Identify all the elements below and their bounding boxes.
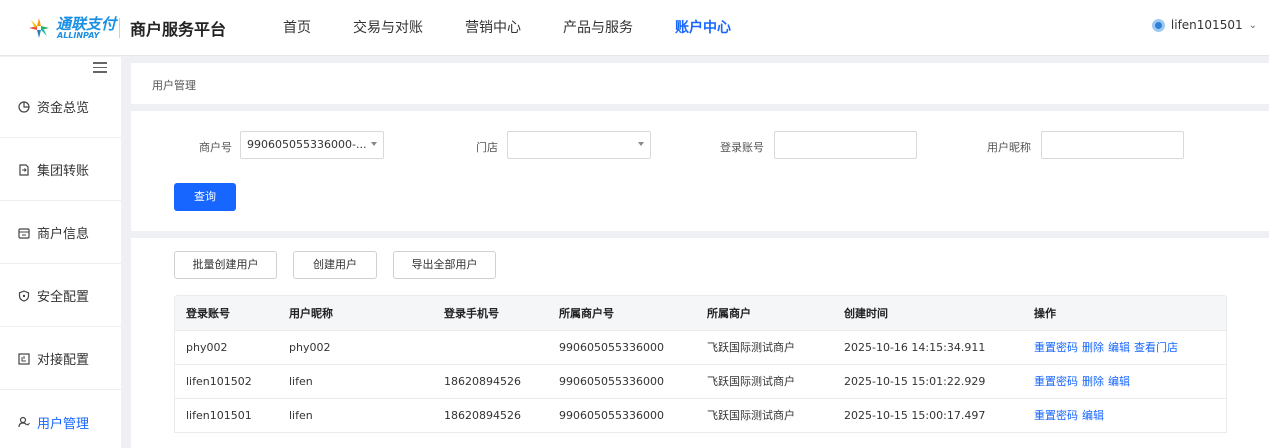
top-header: 通联支付 ALLINPAY 商户服务平台 首页 交易与对账 营销中心 产品与服务…	[0, 0, 1269, 56]
table-row: lifen101501 lifen 18620894526 9906050553…	[175, 399, 1226, 433]
cell-merchant: 飞跃国际测试商户	[707, 409, 795, 422]
delete-link[interactable]: 删除	[1082, 375, 1104, 388]
cell-nickname: phy002	[289, 341, 331, 354]
cell-nickname: lifen	[289, 409, 313, 422]
merchant-no-label: 商户号	[199, 141, 232, 154]
breadcrumb-card: 用户管理	[131, 63, 1269, 104]
col-nickname: 用户昵称	[289, 307, 333, 320]
sidebar-item-label: 安全配置	[37, 290, 90, 305]
cell-merchant-no: 990605055336000	[559, 341, 664, 354]
sidebar-item-security[interactable]: 安全配置	[0, 265, 121, 327]
cell-login-account: phy002	[186, 341, 228, 354]
delete-link[interactable]: 删除	[1082, 341, 1104, 354]
col-phone: 登录手机号	[444, 307, 499, 320]
nav-transactions[interactable]: 交易与对账	[332, 0, 444, 56]
avatar	[1151, 18, 1165, 32]
cell-created-time: 2025-10-15 15:01:22.929	[844, 375, 986, 388]
nav-marketing[interactable]: 营销中心	[444, 0, 542, 56]
table-header-row: 登录账号 用户昵称 登录手机号 所属商户号 所属商户 创建时间 操作	[175, 296, 1226, 331]
cell-merchant: 飞跃国际测试商户	[707, 341, 795, 354]
caret-down-icon	[638, 142, 644, 146]
cell-login-account: lifen101502	[186, 375, 252, 388]
nickname-label: 用户昵称	[987, 141, 1031, 154]
sidebar-item-label: 对接配置	[37, 353, 90, 368]
cell-login-account: lifen101501	[186, 409, 252, 422]
main-nav: 首页 交易与对账 营销中心 产品与服务 账户中心	[262, 0, 752, 56]
chevron-down-icon: ⌄	[1248, 19, 1257, 31]
cell-phone: 18620894526	[444, 409, 521, 422]
login-account-label: 登录账号	[720, 141, 764, 154]
edit-link[interactable]: 编辑	[1108, 341, 1130, 354]
pie-chart-icon	[18, 100, 30, 113]
cell-merchant-no: 990605055336000	[559, 409, 664, 422]
reset-password-link[interactable]: 重置密码	[1034, 375, 1078, 388]
store-label: 门店	[476, 141, 498, 154]
sidebar-item-label: 用户管理	[37, 416, 90, 432]
sidebar-item-group-transfer[interactable]: 集团转账	[0, 139, 121, 201]
nav-home[interactable]: 首页	[262, 0, 332, 56]
store-select[interactable]	[507, 131, 651, 159]
sidebar-item-label: 资金总览	[37, 101, 90, 116]
table-row: lifen101502 lifen 18620894526 9906050553…	[175, 365, 1226, 399]
menu-collapse-icon[interactable]	[93, 62, 107, 74]
sidebar-item-merchant-info[interactable]: 商户信息	[0, 202, 121, 264]
cell-merchant-no: 990605055336000	[559, 375, 664, 388]
nav-products[interactable]: 产品与服务	[542, 0, 654, 56]
col-merchant: 所属商户	[707, 307, 751, 320]
col-merchant-no: 所属商户号	[559, 307, 614, 320]
sidebar-item-user-management[interactable]: 用户管理	[0, 391, 121, 448]
reset-password-link[interactable]: 重置密码	[1034, 409, 1078, 422]
cell-merchant: 飞跃国际测试商户	[707, 375, 795, 388]
export-all-users-button[interactable]: 导出全部用户	[393, 251, 496, 279]
plug-icon	[18, 352, 30, 365]
store-icon	[18, 227, 30, 239]
cell-operations: 重置密码 删除 编辑 查看门店	[1034, 331, 1182, 365]
user-table: 登录账号 用户昵称 登录手机号 所属商户号 所属商户 创建时间 操作 phy00…	[174, 295, 1227, 433]
user-icon	[18, 416, 30, 428]
edit-link[interactable]: 编辑	[1108, 375, 1130, 388]
sidebar: 资金总览 集团转账 商户信息 安全配置 对接配置 用户管理	[0, 57, 121, 448]
caret-down-icon	[371, 142, 377, 146]
allinpay-logo[interactable]: 通联支付 ALLINPAY	[26, 13, 116, 43]
login-account-input[interactable]	[774, 131, 917, 159]
logo-text-en: ALLINPAY	[57, 31, 100, 40]
user-menu[interactable]: lifen101501 ⌄	[1151, 18, 1257, 32]
merchant-no-value: 990605055336000-...	[247, 138, 367, 151]
table-row: phy002 phy002 990605055336000 飞跃国际测试商户 2…	[175, 331, 1226, 365]
col-login-account: 登录账号	[186, 307, 230, 320]
view-stores-link[interactable]: 查看门店	[1134, 341, 1178, 354]
platform-title: 商户服务平台	[130, 20, 227, 39]
document-transfer-icon	[18, 163, 30, 176]
allinpay-logo-icon	[29, 18, 49, 38]
sidebar-item-label: 商户信息	[37, 227, 90, 242]
cell-phone: 18620894526	[444, 375, 521, 388]
col-created-time: 创建时间	[844, 307, 888, 320]
col-operations: 操作	[1034, 307, 1056, 320]
query-button[interactable]: 查询	[174, 183, 236, 211]
reset-password-link[interactable]: 重置密码	[1034, 341, 1078, 354]
edit-link[interactable]: 编辑	[1082, 409, 1104, 422]
batch-create-users-button[interactable]: 批量创建用户	[174, 251, 277, 279]
sidebar-item-integration[interactable]: 对接配置	[0, 328, 121, 390]
filter-panel: 商户号 990605055336000-... 门店 登录账号 用户昵称 查询	[131, 111, 1269, 231]
cell-operations: 重置密码 删除 编辑	[1034, 365, 1134, 399]
sidebar-item-fund-overview[interactable]: 资金总览	[0, 76, 121, 138]
cell-created-time: 2025-10-16 14:15:34.911	[844, 341, 986, 354]
header-divider	[119, 18, 120, 38]
username: lifen101501	[1170, 18, 1243, 32]
user-list-panel: 批量创建用户 创建用户 导出全部用户 登录账号 用户昵称 登录手机号 所属商户号…	[131, 238, 1269, 448]
create-user-button[interactable]: 创建用户	[293, 251, 377, 279]
cell-created-time: 2025-10-15 15:00:17.497	[844, 409, 986, 422]
nickname-input[interactable]	[1041, 131, 1184, 159]
shield-icon	[18, 289, 30, 302]
cell-operations: 重置密码 编辑	[1034, 399, 1108, 433]
merchant-no-select[interactable]: 990605055336000-...	[240, 131, 384, 159]
breadcrumb: 用户管理	[152, 79, 196, 92]
cell-nickname: lifen	[289, 375, 313, 388]
nav-account-center[interactable]: 账户中心	[654, 0, 752, 56]
sidebar-item-label: 集团转账	[37, 164, 90, 179]
